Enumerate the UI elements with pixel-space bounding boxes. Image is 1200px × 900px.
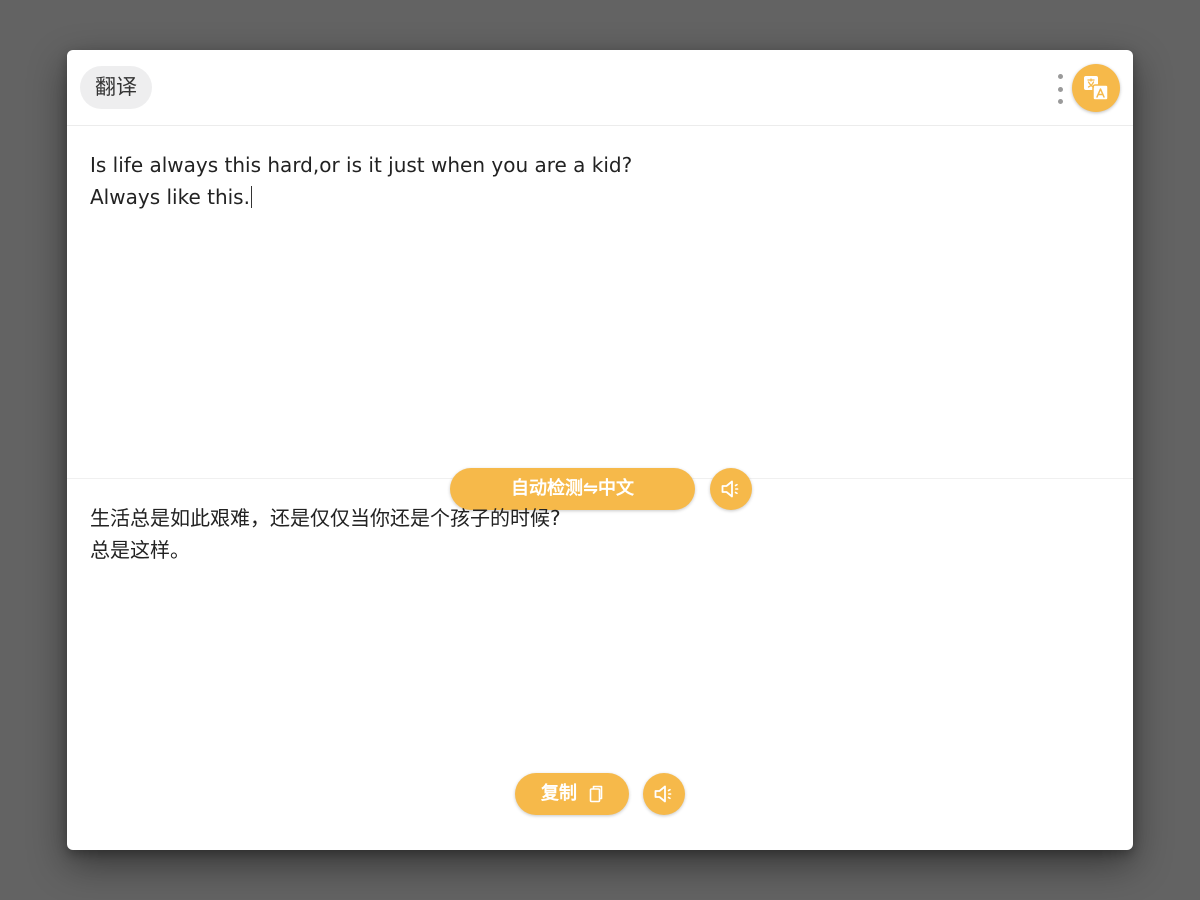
target-pane: 生活总是如此艰难，还是仅仅当你还是个孩子的时候? 总是这样。 复制 xyxy=(67,480,1133,850)
speaker-icon xyxy=(654,785,672,803)
copy-button[interactable]: 复制 xyxy=(515,773,629,815)
source-pane: Is life always this hard,or is it just w… xyxy=(67,127,1133,510)
menu-dot xyxy=(1057,86,1063,92)
translate-icon-glyph xyxy=(1084,76,1109,101)
target-line: 生活总是如此艰难，还是仅仅当你还是个孩子的时候? xyxy=(90,506,561,530)
menu-dot xyxy=(1057,74,1063,79)
kebab-menu-icon[interactable] xyxy=(1053,74,1067,104)
source-line-last: Always like this. xyxy=(90,181,1100,213)
copy-button-label: 复制 xyxy=(541,783,577,804)
page-title: 翻译 xyxy=(80,66,152,109)
copy-icon xyxy=(589,785,603,803)
translator-window: 翻译 Is life always this hard,or is it jus… xyxy=(67,50,1133,850)
target-line: 总是这样。 xyxy=(90,538,190,562)
source-text-input[interactable]: Is life always this hard,or is it just w… xyxy=(90,149,1100,213)
source-line: Always like this. xyxy=(90,185,250,209)
translate-icon[interactable] xyxy=(1072,64,1120,112)
text-caret xyxy=(250,186,252,208)
menu-dot xyxy=(1057,99,1063,104)
header-bar: 翻译 xyxy=(67,50,1133,126)
source-line: Is life always this hard,or is it just w… xyxy=(90,153,633,177)
translation-output: 生活总是如此艰难，还是仅仅当你还是个孩子的时候? 总是这样。 xyxy=(90,502,1100,566)
speak-translation-button[interactable] xyxy=(643,773,685,815)
